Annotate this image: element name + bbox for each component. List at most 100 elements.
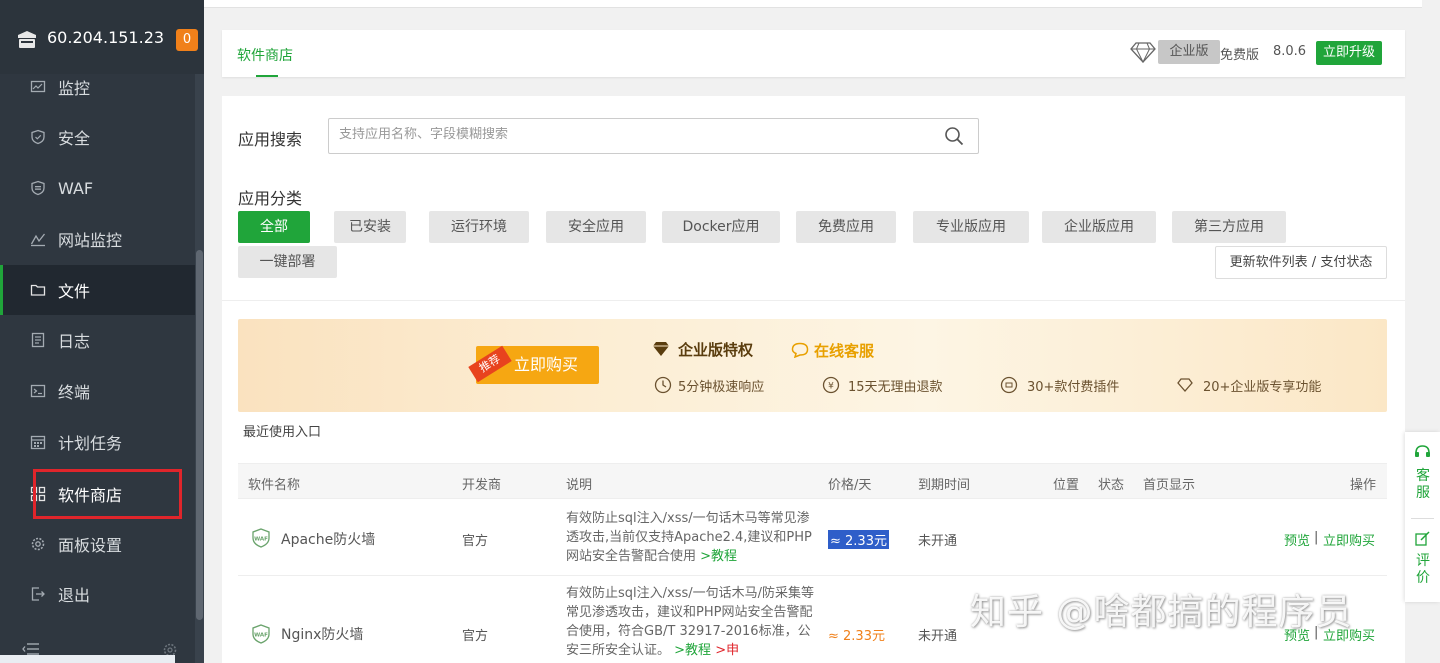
- app-description: 有效防止sql注入/xss/一句话木马/防采集等常见渗透攻击，建议和PHP网站安…: [566, 584, 816, 660]
- sidebar-item-panel-settings[interactable]: 面板设置: [0, 519, 196, 569]
- enterprise-privilege-title: 企业版特权: [678, 341, 754, 359]
- chat-service-icon: [791, 342, 809, 358]
- enterprise-banner: 立即购买 推荐 企业版特权 在线客服 5分钟极速响应 ¥ 15天无理由退款 30…: [238, 319, 1387, 412]
- search-icon[interactable]: [944, 126, 964, 146]
- window-top-strip: [204, 0, 1440, 8]
- category-free[interactable]: 免费应用: [796, 211, 896, 243]
- sidebar-item-waf[interactable]: WAF: [0, 163, 196, 213]
- waf-icon: WAF: [252, 528, 270, 548]
- sidebar-item-label: 网站监控: [58, 231, 123, 250]
- feature-paid-plugins: 30+款付费插件: [1027, 380, 1120, 395]
- sidebar-item-site-monitor[interactable]: 网站监控: [0, 214, 196, 264]
- category-label: 应用分类: [238, 189, 303, 208]
- sidebar-item-label: 面板设置: [58, 536, 123, 555]
- svg-text:WAF: WAF: [254, 537, 268, 543]
- apply-link[interactable]: >申: [715, 643, 739, 658]
- app-expire: 未开通: [918, 534, 958, 549]
- site-monitor-icon: [30, 231, 46, 247]
- feature-exclusive: 20+企业版专享功能: [1203, 380, 1322, 395]
- app-name[interactable]: Apache防火墙: [281, 529, 375, 549]
- category-all[interactable]: 全部: [238, 211, 310, 243]
- col-desc: 说明: [566, 478, 593, 493]
- page-scrollbar[interactable]: [1422, 0, 1440, 430]
- waf-shield-icon: [30, 180, 46, 196]
- refund-icon: ¥: [822, 376, 840, 394]
- highlight-box: [33, 469, 182, 519]
- feature-fast-response: 5分钟极速响应: [678, 380, 765, 395]
- floating-service-widget: 客服 评价: [1405, 432, 1440, 602]
- category-security-apps[interactable]: 安全应用: [546, 211, 646, 243]
- svg-text:¥: ¥: [828, 382, 834, 392]
- review-button[interactable]: 评价: [1414, 553, 1432, 587]
- col-status: 状态: [1098, 478, 1125, 493]
- category-docker[interactable]: Docker应用: [662, 211, 780, 243]
- recent-entry-label: 最近使用入口: [243, 425, 322, 440]
- app-name[interactable]: Nginx防火墙: [281, 624, 363, 644]
- service-button[interactable]: 客服: [1414, 468, 1432, 502]
- table-header: 软件名称 开发商 说明 价格/天 到期时间 位置 状态 首页显示 操作: [238, 463, 1387, 499]
- sidebar-item-label: WAF: [58, 178, 94, 198]
- sidebar-item-terminal[interactable]: 终端: [0, 366, 196, 416]
- free-edition-label: 免费版: [1220, 48, 1260, 63]
- edit-icon: [1415, 531, 1430, 546]
- ops-separator: |: [1314, 530, 1319, 545]
- category-runtime[interactable]: 运行环境: [429, 211, 529, 243]
- version-number: 8.0.6: [1273, 44, 1307, 59]
- search-box[interactable]: [328, 118, 979, 154]
- search-label: 应用搜索: [238, 130, 303, 149]
- sidebar-item-label: 日志: [58, 332, 91, 351]
- sidebar-item-cron[interactable]: 计划任务: [0, 417, 196, 467]
- top-bar: 软件商店 企业版 免费版 8.0.6 立即升级: [222, 30, 1405, 77]
- sidebar-item-label: 安全: [58, 129, 91, 148]
- online-service-link[interactable]: 在线客服: [814, 340, 874, 361]
- calendar-icon: [30, 434, 46, 450]
- table-row[interactable]: WAF Apache防火墙 官方 有效防止sql注入/xss/一句话木马等常见渗…: [238, 500, 1387, 576]
- plugins-icon: [1000, 376, 1018, 394]
- svg-text:WAF: WAF: [254, 633, 268, 639]
- preview-link[interactable]: 预览: [1284, 530, 1310, 549]
- sidebar-item-logs[interactable]: 日志: [0, 315, 196, 365]
- sidebar-item-label: 终端: [58, 383, 91, 402]
- category-third-party[interactable]: 第三方应用: [1172, 211, 1286, 243]
- app-price: ≈ 2.33元: [828, 530, 889, 549]
- category-pro[interactable]: 专业版应用: [913, 211, 1029, 243]
- diamond-icon: [653, 342, 669, 356]
- refresh-list-button[interactable]: 更新软件列表 / 支付状态: [1215, 246, 1387, 279]
- sidebar-item-files[interactable]: 文件: [0, 265, 196, 315]
- diamond-icon: [1130, 42, 1156, 63]
- desc-text: 有效防止sql注入/xss/一句话木马等常见渗透攻击,当前仅支持Apache2.…: [566, 511, 812, 564]
- fast-response-icon: [654, 376, 672, 394]
- sidebar-item-logout[interactable]: 退出: [0, 569, 196, 619]
- enterprise-edition-badge[interactable]: 企业版: [1158, 40, 1220, 64]
- sidebar-item-label: 文件: [58, 282, 91, 301]
- buy-link[interactable]: 立即购买: [1323, 530, 1375, 549]
- search-input[interactable]: [339, 127, 919, 142]
- tab-software-store[interactable]: 软件商店: [222, 30, 312, 77]
- tab-label: 软件商店: [237, 48, 293, 64]
- sidebar-footer-bar: [0, 655, 175, 663]
- col-price: 价格/天: [828, 478, 872, 493]
- col-actions: 操作: [1350, 478, 1377, 493]
- app-description: 有效防止sql注入/xss/一句话木马等常见渗透攻击,当前仅支持Apache2.…: [566, 509, 816, 566]
- headset-icon: [1415, 445, 1430, 457]
- upgrade-button[interactable]: 立即升级: [1316, 41, 1382, 65]
- col-position: 位置: [1053, 478, 1080, 493]
- col-name: 软件名称: [248, 478, 301, 493]
- col-vendor: 开发商: [462, 478, 502, 493]
- category-installed[interactable]: 已安装: [334, 211, 406, 243]
- tutorial-link[interactable]: >教程: [700, 549, 737, 564]
- sidebar-item-label: 计划任务: [58, 434, 123, 453]
- float-divider: [1411, 518, 1434, 519]
- sidebar-scrollbar-thumb[interactable]: [196, 250, 203, 620]
- col-homepage: 首页显示: [1143, 478, 1196, 493]
- logout-icon: [30, 586, 46, 602]
- exclusive-icon: [1177, 378, 1193, 392]
- collapse-menu-icon[interactable]: [22, 643, 40, 655]
- category-one-click-deploy[interactable]: 一键部署: [238, 246, 337, 278]
- category-enterprise[interactable]: 企业版应用: [1042, 211, 1156, 243]
- sidebar-item-monitor[interactable]: 监控: [0, 62, 196, 112]
- tutorial-link[interactable]: >教程: [674, 643, 711, 658]
- sidebar-item-security[interactable]: 安全: [0, 112, 196, 162]
- notification-badge[interactable]: 0: [176, 29, 198, 51]
- folder-icon: [30, 282, 46, 298]
